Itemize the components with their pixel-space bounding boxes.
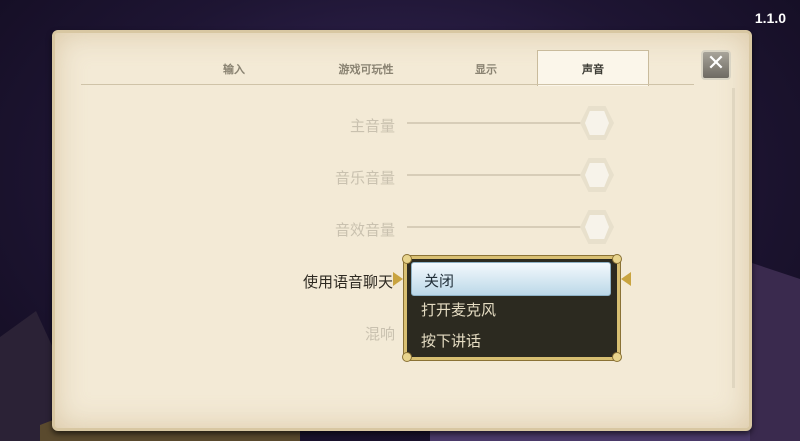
sfx-volume-track [407,226,587,228]
dropdown-corner [402,352,412,362]
master-volume-label: 主音量 [349,117,395,135]
voice-chat-left-arrow-icon[interactable] [393,272,403,286]
sfx-volume-label: 音效音量 [334,221,395,239]
scrollbar[interactable] [732,88,735,388]
dropdown-corner [612,352,622,362]
tab-divider [81,84,694,85]
master-volume-knob[interactable] [580,106,614,140]
tab-display[interactable]: 显示 [451,51,521,85]
voice-chat-right-arrow-icon[interactable] [621,272,631,286]
dropdown-corner [612,254,622,264]
dropdown-option-label: 关闭 [424,272,455,290]
version-label: 1.1.0 [754,10,786,26]
tab-gameplay[interactable]: 游戏可玩性 [301,51,431,85]
music-volume-track [407,174,587,176]
master-volume-track [407,122,587,124]
sfx-volume-knob[interactable] [580,210,614,244]
close-icon: ✕ [706,51,726,76]
dropdown-option[interactable]: 按下讲话 [421,330,481,351]
reverb-label: 混响 [364,325,395,343]
tab-input[interactable]: 输入 [199,51,269,85]
music-volume-label: 音乐音量 [334,169,395,187]
dropdown-option-selected[interactable]: 关闭 [411,262,611,296]
tab-sound[interactable]: 声音 [537,50,649,86]
tab-bar: 输入 游戏可玩性 显示 声音 [81,50,649,86]
voice-chat-dropdown[interactable]: 关闭 打开麦克风 按下讲话 [402,254,622,362]
voice-chat-label: 使用语音聊天 [302,273,393,291]
music-volume-knob[interactable] [580,158,614,192]
settings-panel: 输入 游戏可玩性 显示 声音 ✕ 主音量 音乐音量 音效音量 使用语音聊天 混响 [52,30,752,431]
dropdown-option[interactable]: 打开麦克风 [421,299,496,320]
close-button[interactable]: ✕ [701,50,731,80]
